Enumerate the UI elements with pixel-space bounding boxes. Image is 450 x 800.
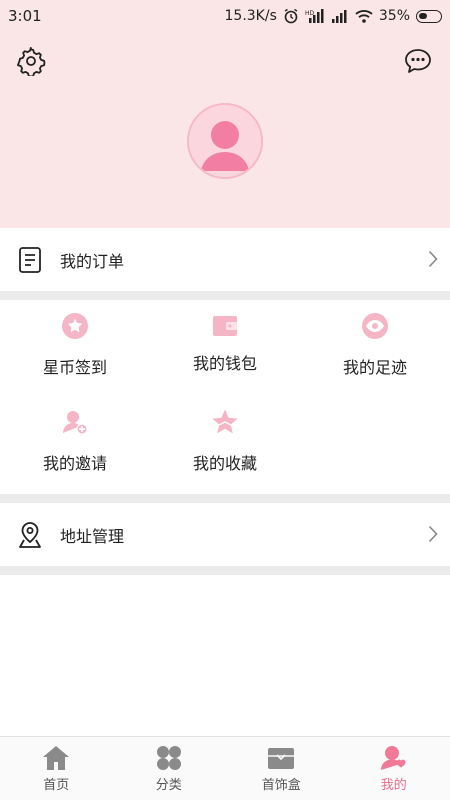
nav-profile[interactable]: 我的 — [338, 737, 450, 800]
star-badge-icon — [212, 409, 238, 434]
avatar[interactable] — [187, 103, 263, 179]
my-orders-label: 我的订单 — [60, 251, 125, 271]
grid-item-checkin[interactable]: 星币签到 — [0, 312, 150, 378]
grid-item-invite[interactable]: 我的邀请 — [0, 408, 150, 474]
status-right: 15.3K/s HD 35% — [224, 8, 442, 24]
section-divider — [0, 566, 450, 575]
nav-label-category: 分类 — [155, 778, 182, 793]
wifi-icon — [355, 10, 373, 23]
chevron-right-icon — [428, 525, 438, 543]
gear-icon[interactable] — [16, 46, 46, 76]
jewelry-box-icon — [268, 748, 295, 769]
network-speed: 15.3K/s — [224, 8, 277, 24]
default-avatar-icon — [189, 105, 261, 177]
nav-label-home: 首页 — [43, 778, 70, 793]
eye-icon — [362, 313, 388, 339]
grid-item-wallet[interactable]: 我的钱包 — [150, 312, 300, 374]
nav-label-profile: 我的 — [380, 778, 407, 793]
home-icon — [43, 746, 70, 770]
document-icon — [19, 246, 41, 273]
nav-category[interactable]: 分类 — [113, 737, 226, 800]
category-icon — [156, 746, 181, 770]
grid-label-checkin: 星币签到 — [42, 358, 107, 377]
section-divider — [0, 494, 450, 503]
star-circle-icon — [62, 313, 88, 339]
address-management-row[interactable]: 地址管理 — [0, 503, 450, 566]
grid-label-wallet: 我的钱包 — [192, 354, 257, 373]
grid-label-favorites: 我的收藏 — [192, 454, 257, 473]
battery-icon — [416, 9, 442, 23]
grid-item-history[interactable]: 我的足迹 — [300, 312, 450, 378]
hd-signal-icon: HD — [305, 9, 324, 23]
section-divider — [0, 291, 450, 300]
profile-screen: 3:01 15.3K/s HD 35% 我的订单 星币签到 我的钱包 我的足迹 … — [0, 0, 450, 800]
signal-icon — [331, 10, 347, 23]
status-bar: 3:01 15.3K/s HD 35% — [0, 0, 450, 32]
chat-bubble-icon[interactable] — [403, 46, 433, 76]
add-person-icon — [63, 411, 88, 435]
profile-icon — [380, 746, 406, 770]
status-time: 3:01 — [8, 7, 42, 25]
map-pin-icon — [19, 521, 41, 548]
chevron-right-icon — [428, 250, 438, 268]
nav-jewelry-box[interactable]: 首饰盒 — [225, 737, 338, 800]
svg-text:HD: HD — [305, 10, 315, 17]
feature-grid: 星币签到 我的钱包 我的足迹 我的邀请 我的收藏 — [0, 300, 450, 494]
wallet-icon — [213, 316, 237, 336]
bottom-nav: 首页 分类 首饰盒 我的 — [0, 736, 450, 800]
profile-header — [0, 32, 450, 228]
my-orders-row[interactable]: 我的订单 — [0, 228, 450, 291]
grid-item-favorites[interactable]: 我的收藏 — [150, 408, 300, 474]
nav-home[interactable]: 首页 — [0, 737, 113, 800]
address-management-label: 地址管理 — [60, 526, 125, 546]
alarm-icon — [284, 8, 298, 24]
grid-label-invite: 我的邀请 — [42, 454, 107, 473]
nav-label-jewelry-box: 首饰盒 — [261, 778, 301, 793]
battery-percent: 35% — [378, 8, 410, 24]
grid-label-history: 我的足迹 — [342, 358, 407, 377]
